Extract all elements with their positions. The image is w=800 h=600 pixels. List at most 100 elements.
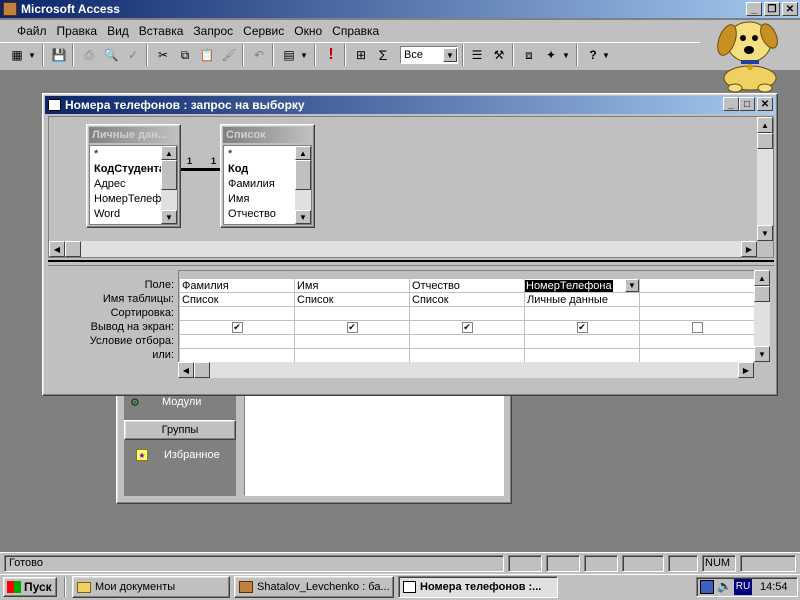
scroll-thumb[interactable] [757, 133, 773, 149]
spelling-icon[interactable]: ✓ [122, 45, 144, 65]
grid-sort-cell[interactable] [639, 306, 754, 321]
query-maximize-button[interactable]: □ [739, 97, 755, 111]
show-checkbox[interactable]: ✔ [576, 322, 588, 333]
cut-icon[interactable]: ✂ [152, 45, 174, 65]
copy-icon[interactable]: ⧉ [174, 45, 196, 65]
volume-icon[interactable]: 🔈 [717, 579, 732, 593]
table-pane-vscroll[interactable]: ▲ ▼ [757, 117, 773, 241]
table-scrollbar[interactable]: ▲ ▼ [161, 146, 177, 224]
show-checkbox[interactable]: ✔ [461, 322, 473, 333]
grid-table-cell[interactable]: Список [409, 292, 525, 307]
grid-sort-cell[interactable] [409, 306, 525, 321]
scroll-right-icon[interactable]: ▶ [741, 241, 757, 257]
grid-or-cell[interactable] [524, 348, 640, 362]
scroll-up-icon[interactable]: ▲ [295, 146, 311, 160]
join-line[interactable] [181, 168, 221, 171]
field-item[interactable]: * [91, 147, 161, 162]
field-item[interactable]: Имя [225, 192, 295, 207]
grid-or-cell[interactable] [294, 348, 410, 362]
active-field-value[interactable]: НомерТелефона [525, 279, 613, 292]
scroll-up-icon[interactable]: ▲ [161, 146, 177, 160]
run-icon[interactable]: ! [320, 45, 342, 65]
grid-sort-cell[interactable] [524, 306, 640, 321]
table-pane-hscroll[interactable]: ◀ ▶ [49, 241, 757, 257]
grid-table-cell[interactable]: Список [294, 292, 410, 307]
grid-or-cell[interactable] [179, 348, 295, 362]
scroll-up-icon[interactable]: ▲ [754, 270, 770, 286]
grid-field-cell[interactable] [639, 278, 754, 293]
scroll-down-icon[interactable]: ▼ [161, 210, 177, 224]
show-table-icon[interactable]: ⊞ [350, 45, 372, 65]
scroll-thumb[interactable] [161, 160, 177, 190]
scroll-thumb[interactable] [754, 286, 770, 302]
scroll-thumb[interactable] [295, 160, 311, 190]
grid-criteria-cell[interactable] [179, 334, 295, 349]
table-title[interactable]: Личные дан... [89, 127, 178, 143]
query-minimize-button[interactable]: _ [723, 97, 739, 111]
scroll-right-icon[interactable]: ▶ [738, 362, 754, 378]
pane-splitter[interactable] [48, 260, 774, 266]
grid-or-cell[interactable] [639, 348, 754, 362]
field-item[interactable]: КодСтудента [91, 162, 161, 177]
db-object-list[interactable] [244, 390, 504, 496]
favorites-item[interactable]: ★ Избранное [136, 446, 236, 464]
task-query-active[interactable]: Номера телефонов :... [398, 576, 558, 598]
show-checkbox[interactable] [692, 322, 703, 333]
field-item[interactable]: Адрес [91, 177, 161, 192]
scroll-thumb[interactable] [194, 362, 210, 378]
menu-edit[interactable]: Правка [52, 22, 103, 40]
new-object-dropdown-icon[interactable]: ▼ [560, 45, 572, 65]
grid-criteria-cell[interactable] [639, 334, 754, 349]
scroll-left-icon[interactable]: ◀ [49, 241, 65, 257]
new-object-icon[interactable]: ✦ [540, 45, 562, 65]
qbe-grid[interactable]: Фамилия Имя Отчество НомерТелефона ▼ Спи… [178, 270, 754, 362]
grid-sort-cell[interactable] [179, 306, 295, 321]
scroll-up-icon[interactable]: ▲ [757, 117, 773, 133]
office-assistant-dog-icon[interactable] [705, 12, 795, 94]
grid-sort-cell[interactable] [294, 306, 410, 321]
top-values-combo[interactable]: Все ▼ [400, 46, 458, 64]
grid-or-cell[interactable] [409, 348, 525, 362]
query-type-dropdown-icon[interactable]: ▼ [298, 45, 310, 65]
menu-help[interactable]: Справка [327, 22, 384, 40]
grid-field-cell[interactable]: Фамилия [179, 278, 295, 293]
menu-view[interactable]: Вид [102, 22, 134, 40]
grid-criteria-cell[interactable] [409, 334, 525, 349]
tray-app-icon[interactable] [700, 580, 714, 594]
top-values-dropdown-icon[interactable]: ▼ [443, 48, 457, 62]
menu-file[interactable]: Файл [12, 22, 52, 40]
show-checkbox[interactable]: ✔ [346, 322, 358, 333]
language-indicator[interactable]: RU [734, 579, 752, 595]
task-my-documents[interactable]: Мои документы [72, 576, 230, 598]
print-icon[interactable]: ⎙ [78, 45, 100, 65]
view-icon[interactable]: ▦ [6, 45, 28, 65]
table-title[interactable]: Список [223, 127, 312, 143]
print-preview-icon[interactable]: 🔍 [100, 45, 122, 65]
task-database[interactable]: Shatalov_Levchenko : ба... [234, 576, 394, 598]
view-dropdown-icon[interactable]: ▼ [26, 45, 38, 65]
query-type-icon[interactable]: ▤ [278, 45, 300, 65]
menu-query[interactable]: Запрос [188, 22, 238, 40]
scroll-down-icon[interactable]: ▼ [754, 346, 770, 362]
grid-field-cell[interactable]: Отчество [409, 278, 525, 293]
database-window-icon[interactable]: ⧈ [518, 45, 540, 65]
grid-criteria-cell[interactable] [294, 334, 410, 349]
field-item[interactable]: * [225, 147, 295, 162]
field-item[interactable]: НомерТелефо [91, 192, 161, 207]
format-painter-icon[interactable]: 🖌 [218, 45, 240, 65]
field-dropdown-icon[interactable]: ▼ [625, 279, 639, 292]
paste-icon[interactable]: 📋 [196, 45, 218, 65]
scroll-thumb[interactable] [65, 241, 81, 257]
qbe-vscroll[interactable]: ▲ ▼ [754, 270, 770, 362]
menu-insert[interactable]: Вставка [134, 22, 189, 40]
grid-criteria-cell[interactable] [524, 334, 640, 349]
grid-field-cell-active[interactable]: НомерТелефона ▼ [524, 278, 640, 293]
undo-icon[interactable]: ↶ [248, 45, 270, 65]
properties-icon[interactable]: ☰ [466, 45, 488, 65]
grid-field-cell[interactable]: Имя [294, 278, 410, 293]
qbe-hscroll[interactable]: ◀ ▶ [178, 362, 754, 378]
grid-table-cell[interactable]: Личные данные [524, 292, 640, 307]
field-item[interactable]: Отчество [225, 207, 295, 222]
table-scrollbar[interactable]: ▲ ▼ [295, 146, 311, 224]
field-item[interactable]: Word [91, 207, 161, 222]
